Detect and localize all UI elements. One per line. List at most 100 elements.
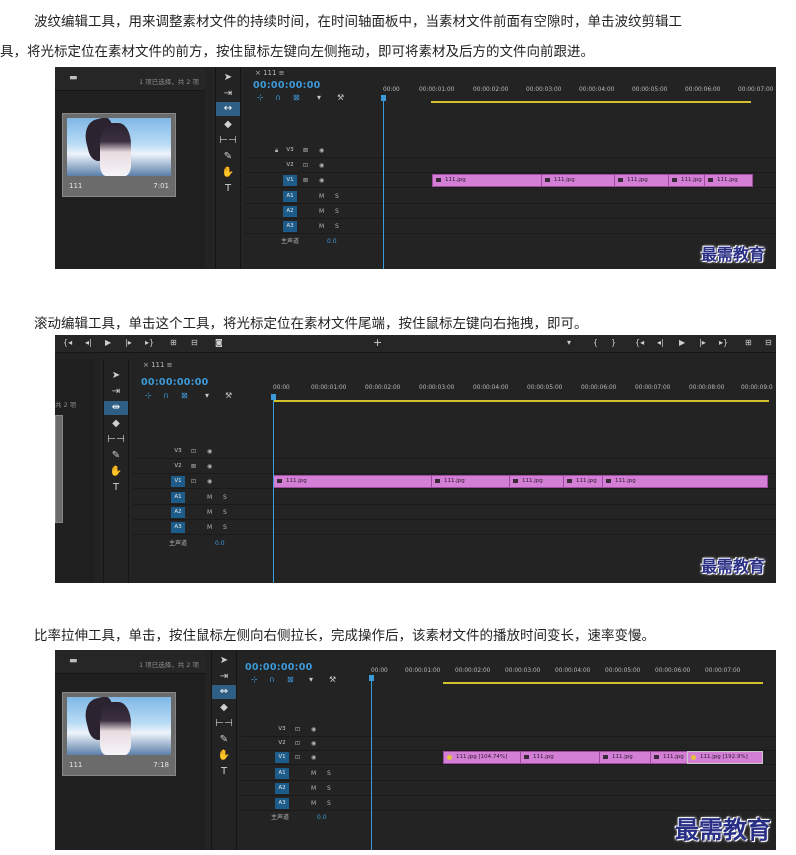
mute-button[interactable]: M	[207, 490, 212, 505]
sync-icon[interactable]: ⊡	[295, 722, 300, 737]
selection-tool-icon[interactable]: ➤	[212, 654, 236, 668]
marker-icon[interactable]: ▾	[317, 93, 321, 102]
track-select-tool-icon[interactable]: ⇥	[216, 87, 240, 101]
timeline-clip[interactable]: 111.jpg	[650, 751, 688, 764]
overwrite-icon[interactable]: ⊟	[191, 335, 198, 351]
track-label-v2[interactable]: V2	[283, 160, 297, 171]
razor-tool-icon[interactable]: ◆	[212, 701, 236, 715]
sync-icon[interactable]: ⊡	[303, 158, 308, 173]
master-volume[interactable]: 0.0	[327, 234, 337, 249]
rolling-edit-tool-icon[interactable]: ⇹	[104, 401, 128, 415]
track-label-a1[interactable]: A1	[275, 768, 289, 779]
eye-icon[interactable]: ◉	[311, 736, 316, 751]
time-ruler[interactable]: 00:00 00:00:01:00 00:00:02:00 00:00:03:0…	[371, 664, 776, 694]
track-label-v2[interactable]: V2	[275, 738, 289, 749]
camera-icon[interactable]: ◙	[215, 335, 223, 351]
nest-icon[interactable]: ⊹	[251, 675, 258, 684]
work-area-bar[interactable]	[273, 400, 769, 402]
solo-button[interactable]: S	[223, 505, 227, 520]
go-in-icon[interactable]: {◂	[635, 335, 644, 351]
track-label-v2[interactable]: V2	[171, 461, 185, 472]
eye-icon[interactable]: ◉	[319, 158, 324, 173]
slip-tool-icon[interactable]: ⊢⊣	[104, 433, 128, 447]
linked-selection-icon[interactable]: ⊠	[181, 391, 188, 400]
nest-icon[interactable]: ⊹	[257, 93, 264, 102]
snap-icon[interactable]: ∩	[275, 93, 281, 102]
mute-button[interactable]: M	[311, 781, 316, 796]
solo-button[interactable]: S	[335, 204, 339, 219]
step-forward-icon[interactable]: |▸	[699, 335, 706, 351]
eye-icon[interactable]: ◉	[207, 474, 212, 489]
sync-icon[interactable]: ⊡	[191, 474, 196, 489]
eye-icon[interactable]: ◉	[311, 750, 316, 765]
track-select-tool-icon[interactable]: ⇥	[104, 385, 128, 399]
timeline-clip[interactable]: 111.jpg	[704, 174, 753, 187]
timecode-display[interactable]: 00:00:00:00	[253, 80, 321, 91]
timeline-clip[interactable]: 111.jpg	[599, 751, 651, 764]
solo-button[interactable]: S	[327, 781, 331, 796]
timeline-clip[interactable]: 111.jpg [104.74%]	[443, 751, 521, 764]
track-label-a3[interactable]: A3	[275, 798, 289, 809]
nest-icon[interactable]: ⊹	[145, 391, 152, 400]
timeline-clip[interactable]: 111.jpg	[668, 174, 705, 187]
solo-button[interactable]: S	[335, 189, 339, 204]
work-area-bar[interactable]	[431, 101, 751, 103]
linked-selection-icon[interactable]: ⊠	[287, 675, 294, 684]
clip-thumbnail[interactable]	[55, 415, 63, 523]
playhead-line[interactable]	[383, 97, 384, 269]
timeline-clip[interactable]: 111.jpg	[614, 174, 669, 187]
mute-button[interactable]: M	[319, 189, 324, 204]
overwrite-icon[interactable]: ⊟	[765, 335, 772, 351]
track-label-a2[interactable]: A2	[275, 783, 289, 794]
pen-tool-icon[interactable]: ✎	[216, 150, 240, 164]
timeline-clip[interactable]: 111.jpg	[541, 174, 615, 187]
mute-button[interactable]: M	[207, 520, 212, 535]
insert-icon[interactable]: ⊞	[170, 335, 177, 351]
track-label-v1[interactable]: V1	[283, 175, 297, 186]
bin-icon[interactable]: ▬	[69, 656, 78, 666]
track-label-v3[interactable]: V3	[283, 145, 297, 156]
mute-button[interactable]: M	[311, 796, 316, 811]
track-label-a3[interactable]: A3	[171, 522, 185, 533]
sequence-tab[interactable]: × 111 ≡	[143, 361, 173, 369]
razor-tool-icon[interactable]: ◆	[104, 417, 128, 431]
mute-button[interactable]: M	[319, 204, 324, 219]
mute-button[interactable]: M	[207, 505, 212, 520]
clip-thumbnail[interactable]: 111 7:18	[62, 692, 176, 776]
clip-thumbnail[interactable]: 111 7:01	[62, 113, 176, 197]
slip-tool-icon[interactable]: ⊢⊣	[216, 134, 240, 148]
track-label-a3[interactable]: A3	[283, 221, 297, 232]
mute-button[interactable]: M	[319, 219, 324, 234]
time-ruler[interactable]: 00:00 00:00:01:00 00:00:02:00 00:00:03:0…	[383, 83, 776, 113]
razor-tool-icon[interactable]: ◆	[216, 118, 240, 132]
eye-icon[interactable]: ◉	[207, 459, 212, 474]
selection-tool-icon[interactable]: ➤	[216, 71, 240, 85]
mark-in-icon[interactable]: {◂	[63, 335, 72, 351]
lock-icon[interactable]: 🔒︎	[275, 143, 278, 158]
timecode-display[interactable]: 00:00:00:00	[245, 662, 313, 673]
ripple-edit-tool-icon[interactable]: ↔	[216, 102, 240, 116]
time-ruler[interactable]: 00:00 00:00:01:00 00:00:02:00 00:00:03:0…	[273, 381, 776, 411]
solo-button[interactable]: S	[327, 796, 331, 811]
hand-tool-icon[interactable]: ✋	[212, 749, 236, 763]
type-tool-icon[interactable]: T	[212, 765, 236, 779]
step-back-icon[interactable]: ◂|	[85, 335, 92, 351]
track-label-v3[interactable]: V3	[171, 446, 185, 457]
solo-button[interactable]: S	[223, 490, 227, 505]
track-label-a1[interactable]: A1	[283, 191, 297, 202]
track-label-v3[interactable]: V3	[275, 724, 289, 735]
rate-stretch-tool-icon[interactable]: ⇔	[212, 685, 236, 699]
solo-button[interactable]: S	[335, 219, 339, 234]
mute-button[interactable]: M	[311, 766, 316, 781]
wrench-icon[interactable]: ⚒	[337, 93, 344, 102]
solo-button[interactable]: S	[327, 766, 331, 781]
timeline-clip[interactable]: 111.jpg	[432, 174, 542, 187]
marker-icon[interactable]: ▾	[309, 675, 313, 684]
pen-tool-icon[interactable]: ✎	[212, 733, 236, 747]
wrench-icon[interactable]: ⚒	[225, 391, 232, 400]
playhead-line[interactable]	[273, 395, 274, 583]
sync-icon[interactable]: ⊡	[295, 736, 300, 751]
eye-icon[interactable]: ◉	[311, 722, 316, 737]
solo-button[interactable]: S	[223, 520, 227, 535]
sync-icon[interactable]: ⊠	[303, 173, 308, 188]
